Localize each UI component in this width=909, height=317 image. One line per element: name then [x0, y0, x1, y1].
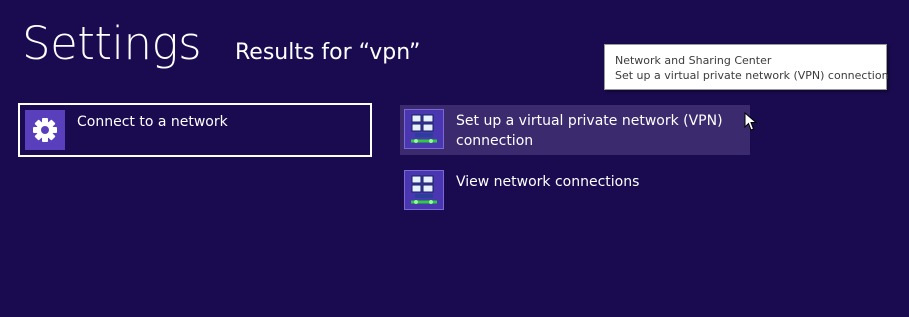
result-connect-to-network[interactable]: Connect to a network [18, 103, 372, 157]
result-label: Set up a virtual private network (VPN) c… [456, 113, 723, 149]
settings-search-results-screen: Settings Results for “vpn” Connect to a … [0, 0, 909, 317]
result-label: View network connections [456, 174, 640, 190]
search-results-label: Results for “vpn” [235, 40, 421, 65]
page-title: Settings [22, 17, 202, 70]
mouse-pointer-icon [744, 111, 758, 132]
tooltip: Network and Sharing Center Set up a virt… [604, 44, 889, 90]
result-setup-vpn[interactable]: Set up a virtual private network (VPN) c… [400, 105, 750, 155]
network-icon [404, 170, 444, 210]
result-view-network-connections[interactable]: View network connections [400, 166, 750, 212]
network-icon [404, 109, 444, 149]
tooltip-title: Network and Sharing Center [615, 54, 772, 67]
result-label: Connect to a network [77, 114, 228, 130]
gear-icon [25, 110, 65, 150]
tooltip-description: Set up a virtual private network (VPN) c… [615, 69, 889, 82]
